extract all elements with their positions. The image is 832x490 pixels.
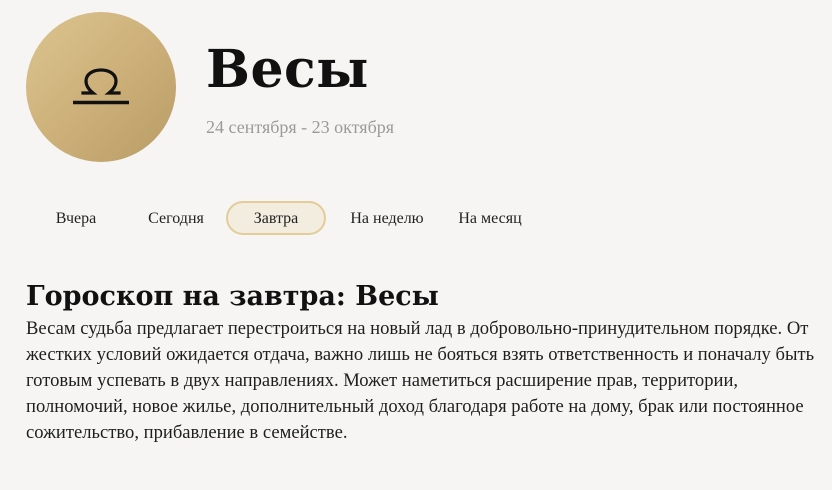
tab-month[interactable]: На месяц bbox=[442, 201, 538, 235]
tab-label: Сегодня bbox=[148, 210, 204, 227]
horoscope-page: Весы 24 сентября - 23 октября Вчера Сего… bbox=[0, 0, 832, 490]
sign-badge bbox=[26, 12, 176, 162]
tab-label: Завтра bbox=[253, 210, 299, 227]
tab-week[interactable]: На неделю bbox=[332, 201, 442, 235]
tab-label: Вчера bbox=[55, 210, 97, 227]
sign-date-range: 24 сентября - 23 октября bbox=[206, 117, 395, 137]
tab-yesterday[interactable]: Вчера bbox=[26, 201, 126, 235]
tab-tomorrow[interactable]: Завтра bbox=[226, 201, 326, 235]
tab-label: На неделю bbox=[350, 210, 424, 227]
horoscope-text: Весам судьба предлагает перестроиться на… bbox=[26, 318, 815, 443]
libra-icon bbox=[70, 67, 132, 107]
tab-today[interactable]: Сегодня bbox=[126, 201, 226, 235]
sign-title: Весы bbox=[206, 39, 369, 100]
tab-label: На месяц bbox=[458, 210, 522, 227]
horoscope-title: Гороскоп на завтра: Весы bbox=[26, 281, 439, 312]
